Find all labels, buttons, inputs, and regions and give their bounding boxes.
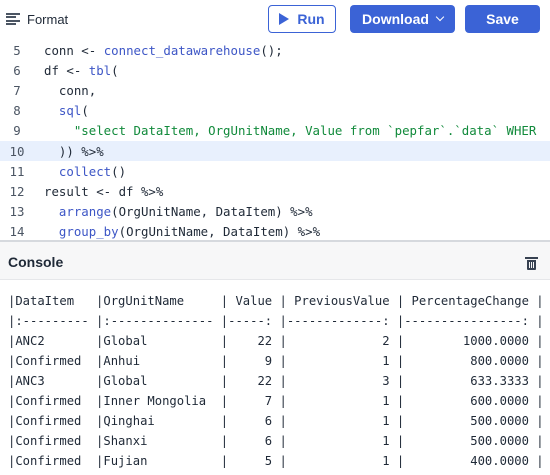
code-text: conn <- connect_datawarehouse(); <box>44 42 283 58</box>
code-line[interactable]: 8 sql( <box>0 101 550 121</box>
download-label: Download <box>362 11 429 27</box>
table-row: |ANC3 |Global | 22 | 3 | 633.3333 | <box>8 374 544 388</box>
line-number: 14 <box>9 224 25 240</box>
table-row: |Confirmed |Anhui | 9 | 1 | 800.0000 | <box>8 354 544 368</box>
code-text: sql( <box>58 103 89 119</box>
save-button[interactable]: Save <box>465 5 540 33</box>
line-number: 12 <box>9 183 25 199</box>
code-line[interactable]: 9 "select DataItem, OrgUnitName, Value f… <box>0 121 550 141</box>
table-row: |Confirmed |Shanxi | 6 | 1 | 500.0000 | <box>8 434 544 448</box>
code-text: result <- df %>% <box>44 183 164 199</box>
code-text: conn, <box>44 82 97 98</box>
code-line[interactable]: 14 group_by(OrgUnitName, DataItem) %>% <box>0 222 550 240</box>
run-label: Run <box>297 11 325 27</box>
play-icon <box>279 13 290 25</box>
line-number: 7 <box>13 82 21 98</box>
code-line[interactable]: 6 df <- tbl( <box>0 60 550 80</box>
code-line[interactable]: 11 collect() <box>0 161 550 181</box>
code-line[interactable]: 13 arrange(OrgUnitName, DataItem) %>% <box>0 202 550 222</box>
code-line[interactable]: 5 conn <- connect_datawarehouse(); <box>0 40 550 60</box>
format-button[interactable]: Format <box>6 10 68 28</box>
chevron-down-icon <box>435 12 445 22</box>
code-text: collect() <box>58 163 127 179</box>
code-editor[interactable]: 5 conn <- connect_datawarehouse(); 6 df <- … <box>0 40 550 240</box>
download-button[interactable]: Download <box>350 5 455 33</box>
line-number: 9 <box>13 123 21 139</box>
line-number: 13 <box>9 204 25 220</box>
code-text: df <- tbl( <box>44 62 119 78</box>
line-number: 5 <box>13 42 21 58</box>
code-text: arrange(OrgUnitName, DataItem) %>% <box>58 204 313 220</box>
format-label: Format <box>27 11 69 27</box>
line-number: 6 <box>13 62 21 78</box>
table-row: |Confirmed |Qinghai | 6 | 1 | 500.0000 | <box>8 414 544 428</box>
line-number: 8 <box>13 103 21 119</box>
table-header-row: |DataItem |OrgUnitName | Value | Previou… <box>8 294 544 308</box>
code-line[interactable]: 10 )) %>% <box>0 140 550 162</box>
run-button[interactable]: Run <box>268 5 336 33</box>
code-line[interactable]: 12 result <- df %>% <box>0 181 550 201</box>
trash-icon[interactable] <box>525 257 538 270</box>
code-text: "select DataItem, OrgUnitName, Value fro… <box>73 123 537 139</box>
code-line[interactable]: 7 conn, <box>0 80 550 100</box>
format-icon <box>6 13 20 25</box>
console-header: Console <box>0 242 550 280</box>
toolbar: Format Run Download Save <box>0 0 550 40</box>
line-number: 10 <box>9 143 25 159</box>
code-text: group_by(OrgUnitName, DataItem) %>% <box>58 224 321 240</box>
line-number: 11 <box>9 163 25 179</box>
console-output: |DataItem |OrgUnitName | Value | Previou… <box>0 281 550 475</box>
table-row: |Confirmed |Fujian | 5 | 1 | 400.0000 | <box>8 454 544 468</box>
code-text: )) %>% <box>44 143 104 159</box>
table-separator-row: |:--------- |:-------------- |-----: |--… <box>8 314 544 328</box>
table-row: |ANC2 |Global | 22 | 2 | 1000.0000 | <box>8 334 544 348</box>
console-title: Console <box>8 254 64 270</box>
save-label: Save <box>486 11 519 27</box>
table-row: |Confirmed |Inner Mongolia | 7 | 1 | 600… <box>8 394 544 408</box>
